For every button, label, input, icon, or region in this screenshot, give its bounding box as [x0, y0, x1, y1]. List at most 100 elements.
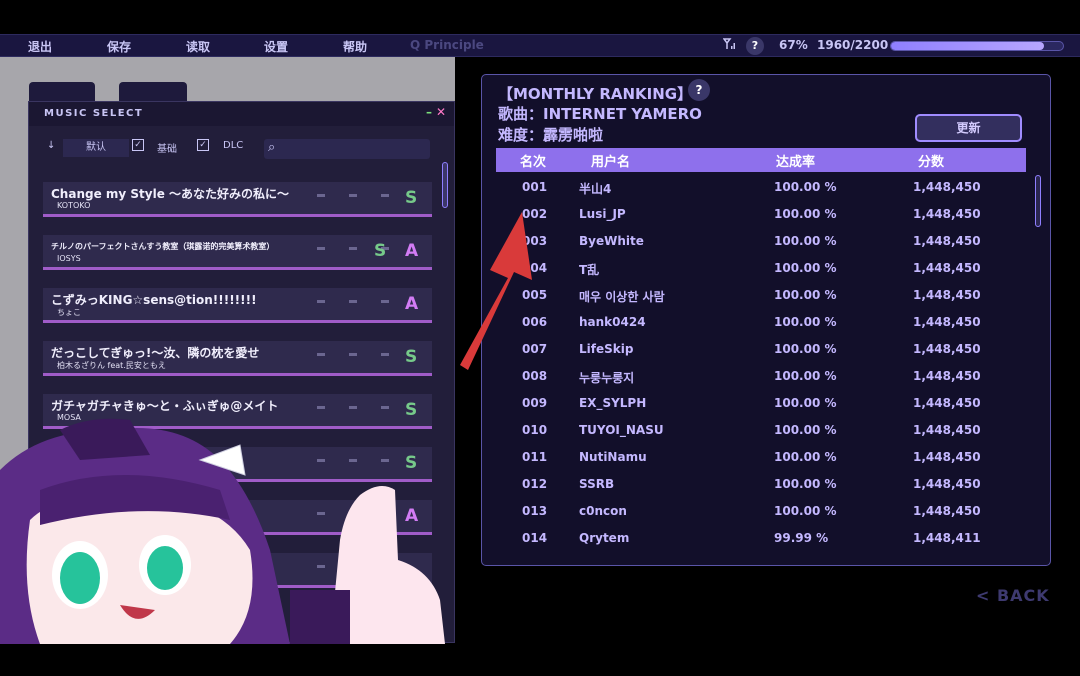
user-cell: LifeSkip — [579, 342, 634, 356]
rate-cell: 100.00 % — [774, 315, 837, 329]
score-cell: 1,448,450 — [913, 396, 981, 410]
song-item[interactable]: こずみっKING☆sens@tion!!!!!!!! ちょこ A — [43, 288, 432, 323]
song-artist: KOTOKO — [57, 201, 91, 210]
col-rank: 名次 — [520, 155, 547, 170]
user-cell: 누룽누룽지 — [579, 371, 635, 385]
ranking-row: 010 TUYOI_NASU 100.00 % 1,448,450 — [482, 418, 1042, 445]
ranking-title: 【MONTHLY RANKING】 — [498, 85, 693, 103]
progress-percent: 67% — [779, 38, 808, 52]
song-artist: ちょこ — [57, 308, 81, 317]
song-title: こずみっKING☆sens@tion!!!!!!!! — [51, 293, 257, 307]
difficulty-slot — [317, 353, 325, 356]
rank-cell: 011 — [522, 450, 548, 464]
difficulty-slot — [349, 353, 357, 356]
score-cell: 1,448,450 — [913, 315, 981, 329]
score-cell: 1,448,450 — [913, 450, 981, 464]
grade-badge: S — [374, 241, 387, 261]
user-cell: NutiNamu — [579, 450, 647, 464]
difficulty-slot — [317, 300, 325, 303]
mascot-illustration — [0, 418, 445, 644]
basic-checkbox[interactable]: ✓ — [132, 139, 144, 151]
rank-cell: 001 — [522, 180, 548, 194]
dlc-filter-label: DLC — [223, 140, 244, 151]
song-title: だっこしてぎゅっ!〜汝、隣の枕を愛せ — [51, 346, 260, 360]
song-title: Change my Style 〜あなた好みの私に〜 — [51, 187, 290, 201]
rate-cell: 100.00 % — [774, 423, 837, 437]
song-item[interactable]: Change my Style 〜あなた好みの私に〜 KOTOKO S — [43, 182, 432, 217]
ranking-scrollbar[interactable] — [1035, 175, 1041, 227]
sort-dropdown[interactable]: 默认 — [63, 139, 129, 157]
ranking-row: 014 Qrytem 99.99 % 1,448,411 — [482, 526, 1042, 553]
refresh-button[interactable]: 更新 — [915, 114, 1022, 142]
grade-badge: A — [405, 241, 419, 261]
rate-cell: 100.00 % — [774, 180, 837, 194]
menu-quit[interactable]: 退出 — [28, 38, 52, 55]
score-cell: 1,448,450 — [913, 342, 981, 356]
user-cell: ByeWhite — [579, 234, 644, 248]
dlc-checkbox[interactable]: ✓ — [197, 139, 209, 151]
music-select-title: MUSIC SELECT — [44, 108, 144, 119]
rank-cell: 010 — [522, 423, 548, 437]
score-cell: 1,448,450 — [913, 261, 981, 275]
rate-cell: 99.99 % — [774, 531, 829, 545]
user-cell: 半山4 — [579, 182, 612, 196]
minimize-button[interactable]: – — [426, 105, 432, 119]
user-cell: T乱 — [579, 263, 600, 277]
grade-badge: S — [405, 188, 418, 208]
col-user: 用户名 — [591, 155, 631, 170]
progress-count: 1960/2200 — [817, 38, 889, 52]
user-cell: TUYOI_NASU — [579, 423, 664, 437]
ranking-row: 012 SSRB 100.00 % 1,448,450 — [482, 472, 1042, 499]
rank-cell: 012 — [522, 477, 548, 491]
chapter-title: Q Principle — [410, 38, 484, 52]
rate-cell: 100.00 % — [774, 288, 837, 302]
score-cell: 1,448,450 — [913, 477, 981, 491]
score-cell: 1,448,411 — [913, 531, 981, 545]
search-input[interactable]: ⌕ — [264, 139, 430, 159]
difficulty-slot — [381, 300, 389, 303]
score-cell: 1,448,450 — [913, 207, 981, 221]
help-icon[interactable]: ? — [746, 37, 764, 55]
ranking-row: 001 半山4 100.00 % 1,448,450 — [482, 175, 1042, 202]
user-cell: hank0424 — [579, 315, 646, 329]
rate-cell: 100.00 % — [774, 369, 837, 383]
music-select-titlebar: MUSIC SELECT – ✕ — [29, 102, 454, 126]
rate-cell: 100.00 % — [774, 504, 837, 518]
song-artist: 柏木るざりん feat.民安ともえ — [57, 361, 166, 370]
score-cell: 1,448,450 — [913, 288, 981, 302]
user-cell: 매우 이상한 사람 — [579, 290, 665, 304]
menu-save[interactable]: 保存 — [107, 38, 131, 55]
user-cell: c0ncon — [579, 504, 627, 518]
score-cell: 1,448,450 — [913, 180, 981, 194]
rate-cell: 100.00 % — [774, 477, 837, 491]
menu-load[interactable]: 读取 — [186, 38, 210, 55]
difficulty-slot — [381, 194, 389, 197]
menu-settings[interactable]: 设置 — [264, 38, 288, 55]
song-item[interactable]: だっこしてぎゅっ!〜汝、隣の枕を愛せ 柏木るざりん feat.民安ともえ S — [43, 341, 432, 376]
basic-filter-label: 基础 — [157, 144, 177, 155]
ranking-help-icon[interactable]: ? — [688, 79, 710, 101]
back-button[interactable]: < BACK — [976, 586, 1050, 605]
ranking-row: 013 c0ncon 100.00 % 1,448,450 — [482, 499, 1042, 526]
rate-cell: 100.00 % — [774, 450, 837, 464]
score-cell: 1,448,450 — [913, 369, 981, 383]
user-cell: Lusi_JP — [579, 207, 626, 221]
score-cell: 1,448,450 — [913, 423, 981, 437]
sort-arrow-icon[interactable]: ↓ — [47, 140, 55, 151]
red-arrow-icon — [460, 212, 532, 370]
rate-cell: 100.00 % — [774, 342, 837, 356]
song-item[interactable]: チルノのパーフェクトさんすう教室（琪露诺的完美算术教室） IOSYS S A — [43, 235, 432, 270]
difficulty-slot — [349, 247, 357, 250]
difficulty-slot — [349, 300, 357, 303]
score-cell: 1,448,450 — [913, 504, 981, 518]
user-cell: Qrytem — [579, 531, 630, 545]
user-cell: EX_SYLPH — [579, 396, 647, 410]
grade-badge: A — [405, 294, 419, 314]
difficulty-slot — [349, 194, 357, 197]
rank-cell: 009 — [522, 396, 548, 410]
menu-help[interactable]: 帮助 — [343, 38, 367, 55]
close-button[interactable]: ✕ — [436, 105, 446, 119]
difficulty-slot — [317, 194, 325, 197]
score-cell: 1,448,450 — [913, 234, 981, 248]
song-artist: IOSYS — [57, 254, 81, 263]
